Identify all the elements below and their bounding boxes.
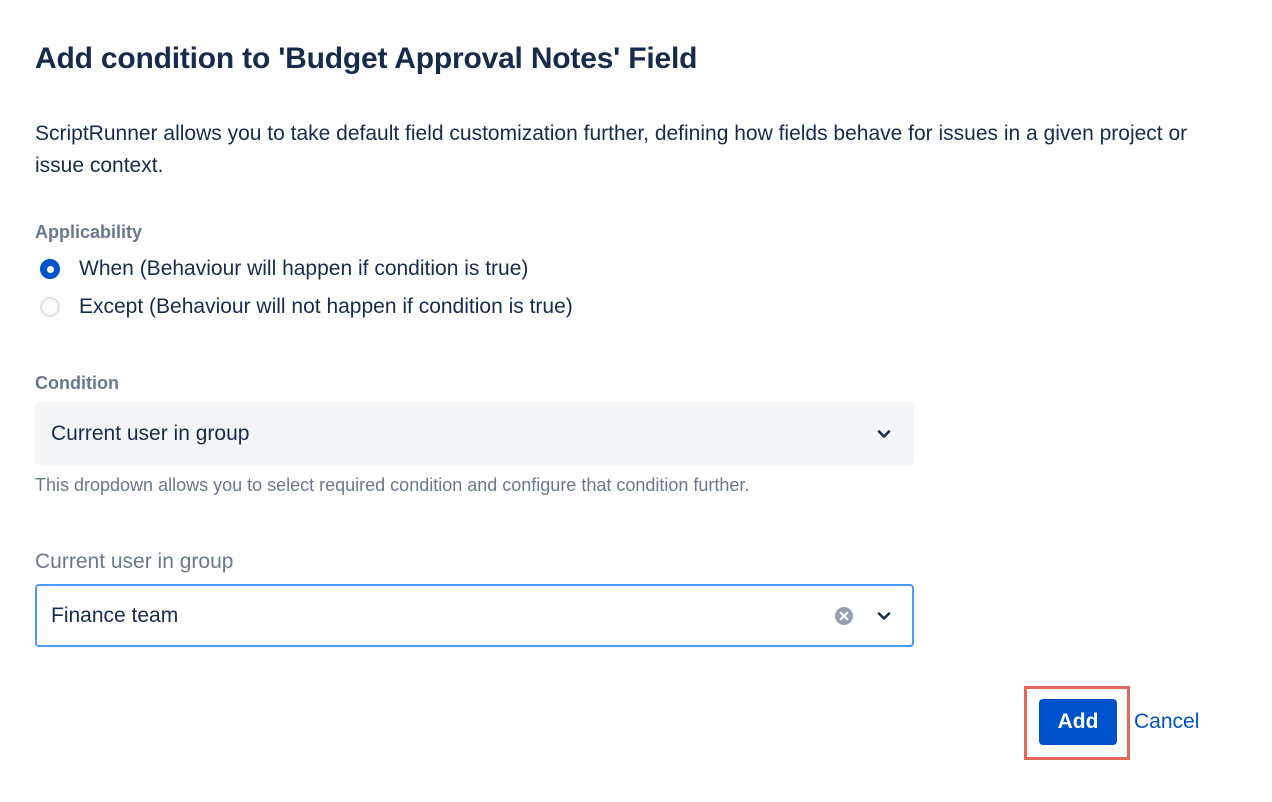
add-button[interactable]: Add	[1039, 699, 1117, 745]
dialog-title: Add condition to 'Budget Approval Notes'…	[35, 42, 698, 75]
radio-option-except[interactable]: Except (Behaviour will not happen if con…	[40, 294, 573, 320]
group-select[interactable]: Finance team	[35, 584, 914, 647]
group-select-value: Finance team	[51, 603, 179, 627]
dialog-description: ScriptRunner allows you to take default …	[35, 122, 1188, 177]
add-condition-dialog: Add condition to 'Budget Approval Notes'…	[0, 0, 1272, 802]
chevron-down-icon[interactable]	[876, 609, 892, 623]
clear-icon[interactable]	[834, 606, 854, 626]
cancel-link[interactable]: Cancel	[1134, 709, 1199, 735]
condition-select-value: Current user in group	[51, 421, 250, 445]
radio-option-when[interactable]: When (Behaviour will happen if condition…	[40, 256, 528, 282]
chevron-down-icon[interactable]	[876, 427, 892, 441]
radio-unchecked-icon[interactable]	[40, 297, 60, 317]
condition-helper-text: This dropdown allows you to select requi…	[35, 475, 750, 495]
applicability-label: Applicability	[35, 222, 143, 242]
radio-checked-icon[interactable]	[40, 259, 60, 279]
radio-option-except-label: Except (Behaviour will not happen if con…	[79, 295, 573, 318]
group-field-label: Current user in group	[35, 550, 234, 573]
condition-label: Condition	[35, 373, 119, 393]
condition-select[interactable]: Current user in group	[35, 402, 914, 465]
radio-option-when-label: When (Behaviour will happen if condition…	[79, 257, 529, 280]
